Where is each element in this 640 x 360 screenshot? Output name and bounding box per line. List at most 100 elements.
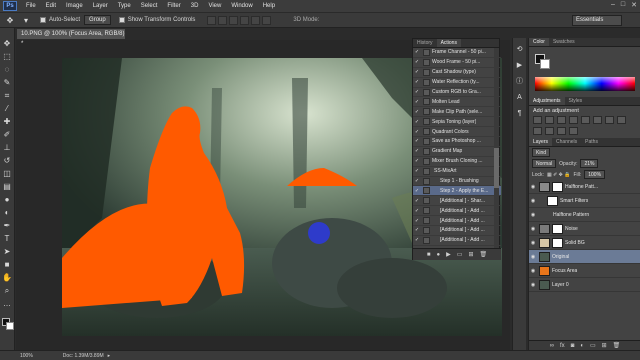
menu-type[interactable]: Type	[113, 3, 136, 9]
action-dialog-toggle[interactable]	[423, 48, 430, 56]
quick-select-tool-icon[interactable]: ✎	[2, 77, 13, 88]
action-check-icon[interactable]: ✓	[413, 158, 421, 164]
action-item[interactable]: ✓ Custom RGB to Gra...	[413, 88, 501, 98]
auto-select-checkbox[interactable]	[40, 17, 46, 23]
action-dialog-toggle[interactable]	[423, 118, 430, 126]
layer-thumbnail[interactable]	[547, 195, 558, 206]
brightness-icon[interactable]	[533, 116, 542, 124]
new-group-icon[interactable]: ▭	[590, 342, 596, 349]
layer-row[interactable]: ◉ Focus Area	[529, 264, 640, 278]
action-item[interactable]: ✓ Step 1 - Brushing	[413, 177, 501, 187]
type-tool-icon[interactable]: T	[2, 233, 13, 244]
paragraph-panel-icon[interactable]: ¶	[515, 108, 525, 118]
new-set-icon[interactable]: ▭	[457, 251, 463, 258]
layer-thumbnail[interactable]	[539, 265, 550, 276]
path-select-tool-icon[interactable]: ➤	[2, 246, 13, 257]
healing-brush-tool-icon[interactable]: ✚	[2, 116, 13, 127]
action-item[interactable]: ✓ Save as Photoshop ...	[413, 137, 501, 147]
history-brush-tool-icon[interactable]: ↺	[2, 155, 13, 166]
invert-icon[interactable]	[557, 127, 566, 135]
action-check-icon[interactable]: ✓	[413, 99, 421, 105]
record-icon[interactable]: ●	[437, 252, 441, 258]
layer-thumbnail[interactable]	[539, 181, 550, 192]
layer-row[interactable]: ◉ Smart Filters	[529, 194, 640, 208]
action-dialog-toggle[interactable]	[423, 147, 430, 155]
action-check-icon[interactable]: ✓	[413, 89, 421, 95]
close-button[interactable]: ✕	[631, 1, 637, 9]
shape-tool-icon[interactable]: ■	[2, 259, 13, 270]
action-dialog-toggle[interactable]	[423, 128, 430, 136]
action-check-icon[interactable]: ✓	[413, 198, 421, 204]
visibility-eye-icon[interactable]: ◉	[529, 212, 537, 218]
align-center-button[interactable]	[251, 15, 261, 25]
action-dialog-toggle[interactable]	[423, 157, 430, 165]
layer-row[interactable]: ◉ Noise	[529, 222, 640, 236]
action-dialog-toggle[interactable]	[423, 187, 430, 195]
align-bottom-button[interactable]	[229, 15, 239, 25]
action-check-icon[interactable]: ✓	[413, 138, 421, 144]
eraser-tool-icon[interactable]: ◫	[2, 168, 13, 179]
add-mask-icon[interactable]: ◙	[571, 343, 575, 349]
pen-tool-icon[interactable]: ✒	[2, 220, 13, 231]
new-layer-icon[interactable]: ⊞	[602, 342, 607, 349]
align-middle-button[interactable]	[218, 15, 228, 25]
zoom-tool-icon[interactable]: ⌕	[2, 285, 13, 296]
clone-stamp-tool-icon[interactable]: ⊥	[2, 142, 13, 153]
menu-filter[interactable]: Filter	[162, 3, 185, 9]
character-panel-icon[interactable]: A	[515, 92, 525, 102]
channel-mixer-icon[interactable]	[545, 127, 554, 135]
visibility-eye-icon[interactable]: ◉	[529, 282, 537, 288]
align-left-button[interactable]	[240, 15, 250, 25]
menu-file[interactable]: File	[21, 3, 41, 9]
action-dialog-toggle[interactable]	[423, 88, 430, 96]
menu-image[interactable]: Image	[61, 3, 88, 9]
align-right-button[interactable]	[262, 15, 272, 25]
more-tools-icon[interactable]: …	[2, 298, 13, 309]
actions-panel-icon[interactable]: ▶	[515, 60, 525, 70]
layer-mask-thumbnail[interactable]	[552, 181, 563, 192]
action-item[interactable]: ✓ Molten Lead	[413, 97, 501, 108]
action-check-icon[interactable]: ✓	[413, 168, 421, 174]
action-item[interactable]: ✓ Water Reflection (ty...	[413, 78, 501, 88]
background-color-swatch[interactable]	[6, 322, 14, 330]
action-item[interactable]: ✓ Cast Shadow (type)	[413, 68, 501, 78]
action-item[interactable]: ✓ SS-MixArt	[413, 167, 501, 177]
history-panel-icon[interactable]: ⟲	[515, 44, 525, 54]
actions-scrollbar[interactable]	[494, 48, 499, 248]
layer-mask-thumbnail[interactable]	[552, 237, 563, 248]
action-item[interactable]: ✓ [Additional ] - Add ...	[413, 206, 501, 217]
link-layers-icon[interactable]: ∞	[550, 343, 554, 349]
brush-tool-icon[interactable]: ✐	[2, 129, 13, 140]
chevron-down-icon[interactable]: ▾	[20, 15, 32, 25]
action-check-icon[interactable]: ✓	[413, 208, 421, 214]
trash-icon[interactable]: 🗑	[613, 342, 621, 349]
action-dialog-toggle[interactable]	[423, 108, 430, 116]
align-top-button[interactable]	[207, 15, 217, 25]
action-item[interactable]: ✓ Mixer Brush Cloning ...	[413, 157, 501, 167]
adjustment-layer-icon[interactable]: ◐	[580, 343, 584, 349]
document-tab[interactable]: 10.PNG @ 100% (Focus Area, RGB/8) *	[17, 29, 125, 47]
color-balance-icon[interactable]	[605, 116, 614, 124]
action-dialog-toggle[interactable]	[423, 137, 430, 145]
action-item[interactable]: ✓ Sepia Toning (layer)	[413, 117, 501, 128]
tab-swatches[interactable]: Swatches	[549, 38, 579, 46]
black-white-icon[interactable]	[617, 116, 626, 124]
action-check-icon[interactable]: ✓	[413, 218, 421, 224]
blend-mode-select[interactable]: Normal	[532, 159, 557, 168]
actions-scrollbar-thumb[interactable]	[494, 148, 499, 188]
tab-styles[interactable]: Styles	[565, 97, 587, 105]
vibrance-icon[interactable]	[581, 116, 590, 124]
photo-filter-icon[interactable]	[533, 127, 542, 135]
marquee-tool-icon[interactable]: ⬚	[2, 51, 13, 62]
exposure-icon[interactable]	[569, 116, 578, 124]
color-background-swatch[interactable]	[540, 59, 550, 69]
layer-thumbnail[interactable]	[539, 251, 550, 262]
visibility-eye-icon[interactable]: ◉	[529, 240, 537, 246]
action-dialog-toggle[interactable]	[423, 236, 430, 244]
crop-tool-icon[interactable]: ⌗	[2, 90, 13, 101]
action-check-icon[interactable]: ✓	[413, 237, 421, 243]
layer-row[interactable]: ◉ Layer 0	[529, 278, 640, 292]
tab-adjustments[interactable]: Adjustments	[529, 97, 565, 105]
curves-icon[interactable]	[557, 116, 566, 124]
visibility-eye-icon[interactable]: ◉	[529, 198, 537, 204]
